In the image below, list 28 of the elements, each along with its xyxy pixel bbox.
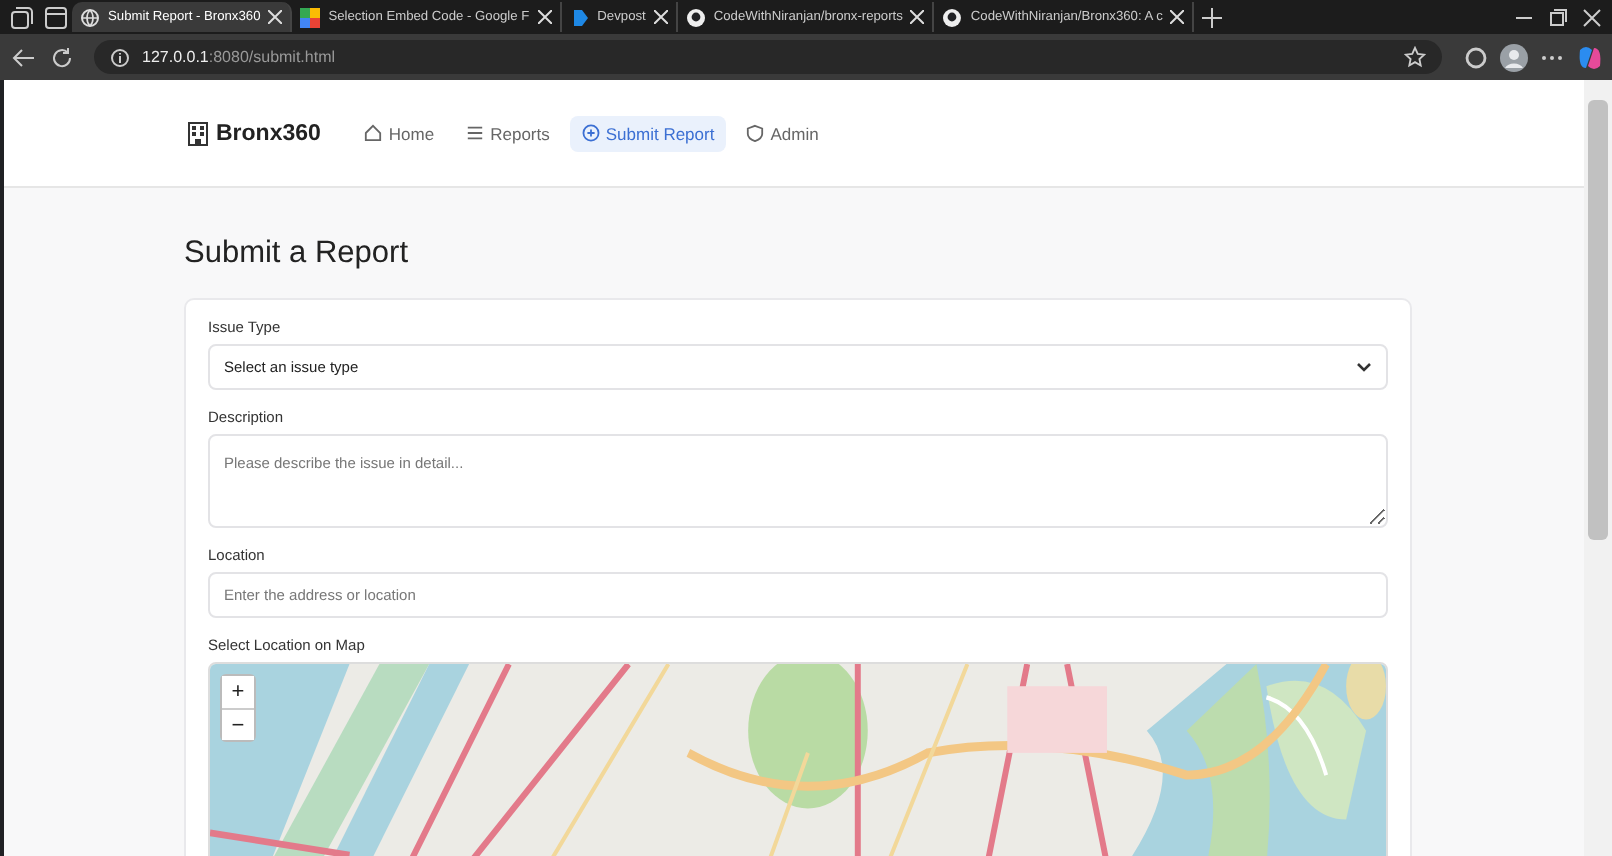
list-icon [466, 124, 485, 142]
site-icon [569, 7, 590, 27]
site-icon [300, 7, 321, 27]
info-icon[interactable] [110, 47, 130, 67]
scrollbar[interactable] [1584, 80, 1612, 856]
nav-link[interactable]: Admin [734, 115, 831, 151]
address-bar[interactable]: 127.0.0.1:8080/submit.html [94, 40, 1442, 74]
nav-link[interactable]: Submit Report [569, 115, 727, 151]
avatar-icon[interactable] [1496, 41, 1530, 73]
close-icon[interactable] [537, 10, 552, 24]
site-icon [942, 7, 963, 27]
shield-icon [746, 124, 765, 142]
plus-circle-icon [581, 124, 600, 142]
globe-icon [80, 7, 100, 27]
page-title: Submit a Report [184, 236, 410, 272]
site-icon [685, 7, 706, 27]
close-icon[interactable] [1170, 10, 1185, 24]
brand-name[interactable]: Bronx360 [216, 121, 321, 145]
home-icon [364, 124, 383, 142]
building-icon [188, 121, 208, 145]
close-icon[interactable] [653, 10, 668, 24]
close-icon[interactable] [910, 10, 925, 24]
close-icon[interactable] [268, 10, 283, 24]
nav-link[interactable]: Reports [454, 115, 562, 151]
chevron-down-icon [1356, 362, 1372, 372]
star-icon[interactable] [1404, 46, 1426, 68]
nav-link[interactable]: Home [352, 115, 447, 151]
zoom-out-button[interactable]: − [222, 708, 254, 740]
